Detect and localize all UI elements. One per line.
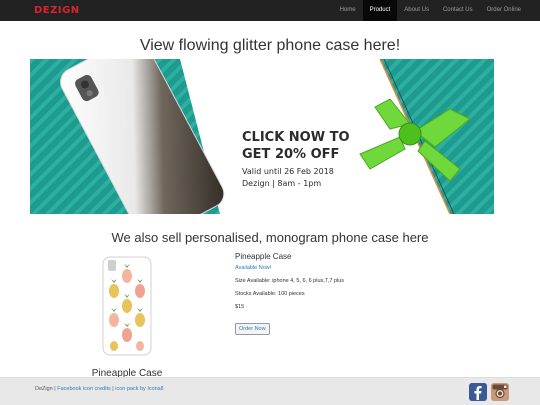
nav-item-home[interactable]: Home [333,0,363,21]
order-now-button[interactable]: Order Now [235,323,270,335]
nav-menu: Home Product About Us Contact Us Order O… [333,0,528,21]
promo-validity: Valid until 26 Feb 2018 [242,167,334,176]
nav-item-product[interactable]: Product [362,0,398,21]
pineapple-case-image[interactable] [102,256,152,356]
footer-credits: DeZign | Facebook icon credits | icon pa… [35,386,164,392]
footer: DeZign | Facebook icon credits | icon pa… [0,377,540,405]
instagram-icon[interactable] [491,383,509,401]
navbar: DEZIGN Home Product About Us Contact Us … [0,0,540,21]
product-sizes: Size Available: iphone 4, 5, 6, 6 plus,7… [235,278,345,284]
brand-logo[interactable]: DEZIGN [34,5,80,16]
availability-status: Available Now! [235,265,272,271]
nav-item-about-us[interactable]: About Us [397,0,436,21]
nav-item-contact-us[interactable]: Contact Us [436,0,480,21]
facebook-credits-link[interactable]: Facebook icon credits [57,386,111,392]
product-stock: Stocks Available: 100 pieces [235,291,305,297]
promo-headline-1: CLICK NOW TO [242,130,350,145]
promo-hours: Dezign | 8am - 1pm [242,179,322,188]
product-name: Pineapple Case [235,252,292,261]
footer-site-name: DeZign [35,386,53,392]
section-title: We also sell personalised, monogram phon… [111,230,429,245]
product-price: $15 [235,304,245,310]
product-details: Pineapple Case Available Now! Size Avail… [235,252,344,335]
nav-item-order-online[interactable]: Order Online [480,0,528,21]
promo-headline-2: GET 20% OFF [242,147,340,162]
promo-banner[interactable]: CLICK NOW TO GET 20% OFF Valid until 26 … [30,59,494,214]
facebook-icon[interactable] [469,383,487,401]
page-title: View flowing glitter phone case here! [139,37,401,54]
icons8-credits-link[interactable]: icon pack by Icons8 [115,386,163,392]
